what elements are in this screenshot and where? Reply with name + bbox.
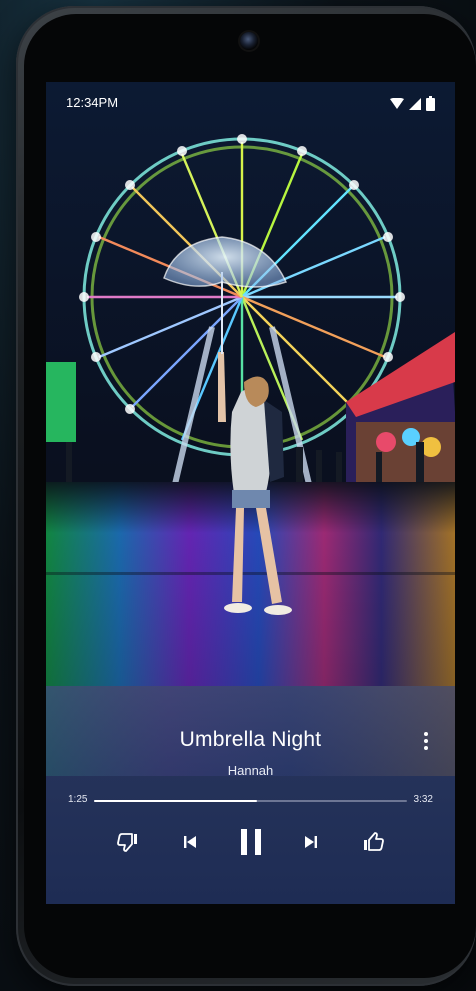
thumbs-up-icon	[364, 832, 384, 851]
more-vert-icon	[424, 732, 428, 750]
thumbs-down-button[interactable]	[114, 822, 142, 862]
cell-signal-icon	[409, 97, 421, 110]
seek-bar[interactable]	[94, 800, 407, 802]
phone-screen: 12:34PM Umbrella Night Hannah 1:25 3:32	[46, 82, 455, 904]
status-time: 12:34PM	[66, 95, 119, 110]
elapsed-time: 1:25	[68, 794, 88, 805]
battery-icon	[426, 96, 435, 111]
now-playing-panel: Umbrella Night Hannah 1:25 3:32	[46, 686, 455, 904]
pause-button[interactable]	[236, 822, 266, 862]
more-options-button[interactable]	[421, 730, 431, 752]
wifi-icon	[390, 98, 404, 109]
front-camera	[240, 32, 258, 50]
thumbs-down-icon	[117, 833, 137, 852]
background: 12:34PM Umbrella Night Hannah 1:25 3:32	[0, 0, 476, 991]
next-icon	[305, 836, 317, 848]
thumbs-up-button[interactable]	[359, 822, 387, 862]
pause-icon	[241, 829, 261, 855]
previous-button[interactable]	[178, 822, 202, 862]
previous-icon	[184, 836, 196, 848]
album-artwork	[46, 82, 455, 686]
status-bar: 12:34PM	[46, 82, 455, 124]
next-button[interactable]	[299, 822, 323, 862]
panel-backdrop	[46, 686, 455, 776]
seek-bar-progress	[94, 800, 257, 802]
song-title: Umbrella Night	[179, 728, 322, 751]
total-duration: 3:32	[413, 794, 433, 805]
status-icons	[390, 96, 435, 111]
artist-name: Hannah	[227, 763, 274, 778]
playback-controls	[46, 822, 455, 862]
